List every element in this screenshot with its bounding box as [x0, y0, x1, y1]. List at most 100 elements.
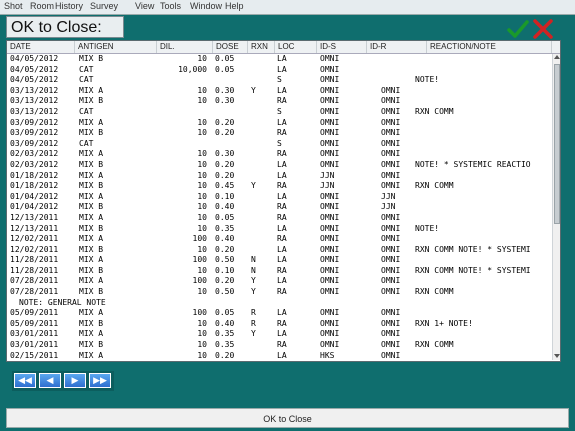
table-row[interactable]: 03/13/2012 MIX B 10 0.30 RA OMNI OMNI — [7, 96, 552, 107]
ghost-menu-help: Help — [225, 1, 244, 11]
col-id-s[interactable]: ID-S — [317, 41, 367, 53]
table-row[interactable]: 12/13/2011 MIX B 10 0.35 LA OMNI OMNI NOTE! — [7, 224, 552, 235]
cell-date: 12/02/2011 — [10, 234, 59, 244]
cell-date: 12/13/2011 — [10, 223, 59, 233]
record-navigator: ◀◀ ◀ ▶ ▶▶ — [12, 371, 114, 391]
cell-dil: 10 — [197, 318, 207, 328]
cell-dil: 100 — [192, 276, 207, 286]
cell-dil: 10 — [197, 265, 207, 275]
ok-to-close-button[interactable]: OK to Close — [6, 408, 569, 428]
table-row[interactable]: 01/04/2012 MIX A 10 0.10 LA OMNI JJN — [7, 192, 552, 203]
table-row[interactable]: 04/05/2012 CAT S OMNI NOTE! — [7, 75, 552, 86]
cell-dose: 0.40 — [215, 202, 235, 212]
cell-dose: 0.40 — [215, 318, 235, 328]
table-row[interactable]: NOTE: GENERAL NOTE — [7, 298, 552, 309]
prev-icon: ◀ — [46, 375, 54, 385]
scroll-up-icon[interactable] — [554, 55, 560, 59]
check-icon[interactable] — [507, 19, 529, 39]
table-row[interactable]: 03/09/2012 MIX A 10 0.20 LA OMNI OMNI — [7, 118, 552, 129]
cell-id-r: OMNI — [381, 170, 401, 180]
col-loc[interactable]: LOC — [275, 41, 317, 53]
table-row[interactable]: 11/28/2011 MIX A 100 0.50 N LA OMNI OMNI — [7, 255, 552, 266]
cell-reaction-note: NOTE! — [415, 223, 440, 233]
col-id-r[interactable]: ID-R — [367, 41, 427, 53]
table-row[interactable]: 02/03/2012 MIX B 10 0.20 LA OMNI OMNI NOTE! * S… — [7, 160, 552, 171]
cell-dil: 10 — [197, 149, 207, 159]
table-row[interactable]: 03/01/2011 MIX A 10 0.35 Y LA OMNI OMNI — [7, 329, 552, 340]
cell-date: 11/28/2011 — [10, 255, 59, 265]
table-row[interactable]: 02/03/2012 MIX A 10 0.30 RA OMNI OMNI — [7, 149, 552, 160]
table-row[interactable]: 01/04/2012 MIX B 10 0.40 RA OMNI JJN — [7, 202, 552, 213]
table-row[interactable]: 03/01/2011 MIX B 10 0.35 RA OMNI OMNI RXN COMM — [7, 340, 552, 351]
col-date[interactable]: DATE — [7, 41, 75, 53]
cell-id-r: OMNI — [381, 308, 401, 318]
cell-loc: RA — [277, 212, 287, 222]
cell-dose: 0.20 — [215, 244, 235, 254]
col-antigen[interactable]: ANTIGEN — [75, 41, 157, 53]
table-row[interactable]: 07/28/2011 MIX A 100 0.20 Y LA OMNI OMNI — [7, 276, 552, 287]
ghost-menu-tools: Tools — [160, 1, 182, 11]
table-body: 04/05/2012 MIX B 10 0.05 LA OMNI 04/05/2012 CAT… — [7, 54, 552, 362]
cell-dose: 0.45 — [215, 181, 235, 191]
cell-dose: 0.20 — [215, 159, 235, 169]
cell-date: 05/09/2011 — [10, 308, 59, 318]
cell-id-s: OMNI — [320, 85, 340, 95]
menu-history[interactable]: History — [55, 1, 83, 11]
table-row[interactable]: 02/15/2011 MIX B 10 0.20 RA HKS OMNI — [7, 361, 552, 362]
cell-antigen: MIX A — [79, 329, 104, 339]
cell-id-s: OMNI — [320, 223, 340, 233]
close-icon[interactable] — [532, 19, 554, 39]
table-row[interactable]: 03/13/2012 MIX A 10 0.30 Y LA OMNI OMNI — [7, 86, 552, 97]
menu-shot[interactable]: Shot — [4, 1, 23, 11]
table-row[interactable]: 12/02/2011 MIX A 100 0.40 RA OMNI OMNI — [7, 234, 552, 245]
table-row[interactable]: 07/28/2011 MIX B 10 0.50 Y RA OMNI OMNI RXN COMM — [7, 287, 552, 298]
prev-record-button[interactable]: ◀ — [39, 373, 61, 388]
table-row[interactable]: 04/05/2012 MIX B 10 0.05 LA OMNI — [7, 54, 552, 65]
cell-date: 03/09/2012 — [10, 117, 59, 127]
cell-loc: LA — [277, 170, 287, 180]
cell-id-s: OMNI — [320, 244, 340, 254]
cell-antigen: MIX A — [79, 149, 104, 159]
last-record-button[interactable]: ▶▶ — [89, 373, 111, 388]
cell-dil: 10 — [197, 85, 207, 95]
col-dil[interactable]: DIL. — [157, 41, 213, 53]
cell-id-s: OMNI — [320, 128, 340, 138]
table-row[interactable]: 12/02/2011 MIX B 10 0.20 LA OMNI OMNI RXN COMM … — [7, 245, 552, 256]
cell-reaction-note: RXN COMM — [415, 106, 454, 116]
menu-room[interactable]: Room — [30, 1, 54, 11]
table-row[interactable]: 05/09/2011 MIX A 100 0.05 R LA OMNI OMNI — [7, 308, 552, 319]
last-icon: ▶▶ — [93, 375, 107, 385]
cell-dose: 0.20 — [215, 350, 235, 360]
cell-antigen: MIX B — [79, 340, 104, 350]
table-row[interactable]: 05/09/2011 MIX B 10 0.40 R RA OMNI OMNI RXN 1+ N… — [7, 319, 552, 330]
cell-rxn: R — [251, 308, 256, 318]
cell-loc: LA — [277, 244, 287, 254]
table-row[interactable]: 01/18/2012 MIX A 10 0.20 LA JJN OMNI — [7, 171, 552, 182]
col-rxn[interactable]: RXN — [248, 41, 275, 53]
table-row[interactable]: 01/18/2012 MIX B 10 0.45 Y RA JJN OMNI RXN COMM — [7, 181, 552, 192]
next-record-button[interactable]: ▶ — [64, 373, 86, 388]
scroll-thumb[interactable] — [554, 64, 560, 224]
scroll-down-icon[interactable] — [554, 354, 560, 358]
cell-antigen: MIX A — [79, 212, 104, 222]
cell-antigen: MIX B — [79, 54, 104, 63]
cell-id-r: OMNI — [381, 85, 401, 95]
table-row[interactable]: 12/13/2011 MIX A 10 0.05 RA OMNI OMNI — [7, 213, 552, 224]
first-record-button[interactable]: ◀◀ — [14, 373, 36, 388]
table-row[interactable]: 03/09/2012 CAT S OMNI OMNI — [7, 139, 552, 150]
table-row[interactable]: 11/28/2011 MIX B 10 0.10 N RA OMNI OMNI RXN COMM… — [7, 266, 552, 277]
col-reaction-note[interactable]: REACTION/NOTE — [427, 41, 552, 53]
cell-dil: 10 — [197, 244, 207, 254]
cell-antigen: MIX B — [79, 244, 104, 254]
cell-loc: LA — [277, 276, 287, 286]
table-row[interactable]: 03/13/2012 CAT S OMNI OMNI RXN COMM — [7, 107, 552, 118]
table-row[interactable]: 03/09/2012 MIX B 10 0.20 RA OMNI OMNI — [7, 128, 552, 139]
table-row[interactable]: 04/05/2012 CAT 10,000 0.05 LA OMNI — [7, 65, 552, 76]
cell-antigen: MIX B — [79, 181, 104, 191]
cell-loc: S — [277, 138, 282, 148]
vertical-scrollbar[interactable] — [552, 54, 560, 360]
cell-dil: 10 — [197, 96, 207, 106]
table-row[interactable]: 02/15/2011 MIX A 10 0.20 LA HKS OMNI — [7, 350, 552, 361]
cell-rxn: N — [251, 265, 256, 275]
col-dose[interactable]: DOSE — [213, 41, 248, 53]
